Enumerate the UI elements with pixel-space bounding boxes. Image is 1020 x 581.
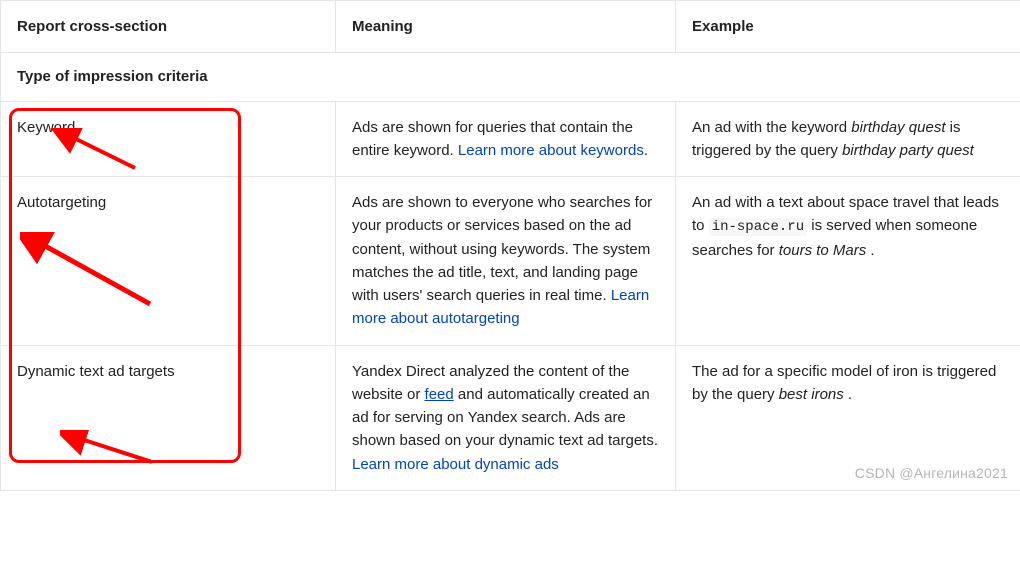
section-title: Type of impression criteria	[1, 53, 1020, 101]
learn-more-keywords-link[interactable]: Learn more about keywords	[458, 142, 644, 159]
example-em2: tours to Mars	[779, 242, 867, 259]
row-example: An ad with the keyword birthday quest is…	[676, 101, 1020, 177]
table-row: Keyword Ads are shown for queries that c…	[1, 101, 1020, 177]
row-name: Keyword	[1, 101, 336, 177]
row-example: An ad with a text about space travel tha…	[676, 177, 1020, 346]
row-name: Dynamic text ad targets	[1, 345, 336, 490]
example-em2: birthday party quest	[842, 142, 974, 159]
row-meaning: Ads are shown to everyone who searches f…	[336, 177, 676, 346]
meaning-post: .	[644, 142, 648, 159]
table-header-row: Report cross-section Meaning Example	[1, 1, 1020, 53]
watermark: CSDN @Ангелина2021	[855, 463, 1008, 485]
row-name: Autotargeting	[1, 177, 336, 346]
criteria-table: Report cross-section Meaning Example Typ…	[0, 0, 1020, 491]
example-post: .	[866, 242, 874, 259]
header-col2: Meaning	[336, 1, 676, 53]
header-col1: Report cross-section	[1, 1, 336, 53]
section-header-row: Type of impression criteria	[1, 53, 1020, 101]
example-pre: An ad with the keyword	[692, 119, 851, 136]
example-post: .	[844, 386, 852, 403]
row-meaning: Ads are shown for queries that contain t…	[336, 101, 676, 177]
feed-link[interactable]: feed	[425, 386, 454, 403]
example-em2: best irons	[779, 386, 844, 403]
example-code: in-space.ru	[709, 218, 807, 236]
row-meaning: Yandex Direct analyzed the content of th…	[336, 345, 676, 490]
example-em1: birthday quest	[851, 119, 945, 136]
learn-more-dynamic-ads-link[interactable]: Learn more about dynamic ads	[352, 456, 559, 473]
table-row: Autotargeting Ads are shown to everyone …	[1, 177, 1020, 346]
header-col3: Example	[676, 1, 1020, 53]
meaning-text: Ads are shown to everyone who searches f…	[352, 194, 652, 304]
